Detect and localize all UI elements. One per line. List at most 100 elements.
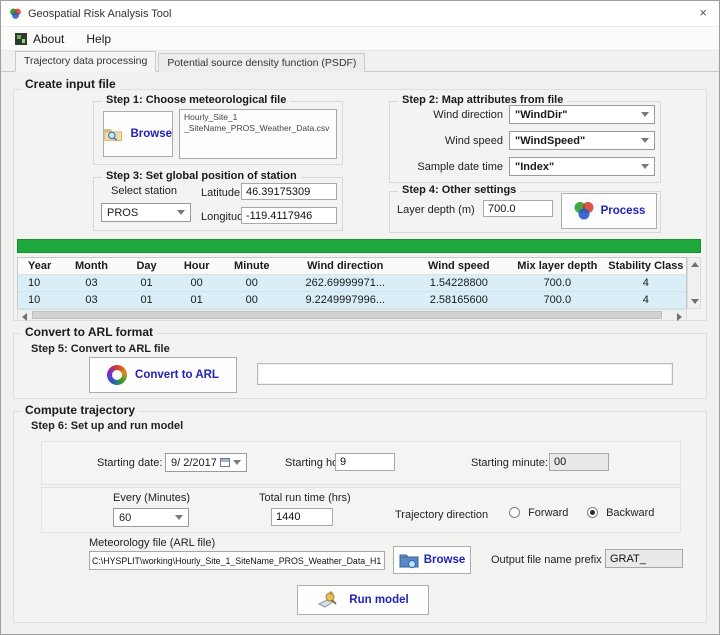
tab-trajectory-data-processing[interactable]: Trajectory data processing (15, 51, 156, 72)
layer-depth-field[interactable] (483, 200, 553, 217)
scroll-right-icon[interactable] (677, 313, 682, 321)
scrollbar-thumb[interactable] (32, 311, 662, 319)
scroll-left-icon[interactable] (22, 313, 27, 321)
every-minutes-value: 60 (119, 512, 131, 524)
radio-unchecked-icon (509, 507, 520, 518)
step1-browse-button[interactable]: Browse (103, 111, 173, 157)
scroll-down-icon[interactable] (691, 299, 699, 304)
output-prefix-field[interactable] (605, 549, 683, 568)
step6-title: Step 6: Set up and run model (31, 420, 183, 432)
every-minutes-label: Every (Minutes) (113, 492, 190, 504)
step1-file-line2: _SiteName_PROS_Weather_Data.csv (184, 123, 332, 134)
wind-direction-select[interactable]: "WindDir" (509, 105, 655, 124)
table-vertical-scrollbar[interactable] (687, 257, 701, 309)
process-button[interactable]: Process (561, 193, 657, 229)
date-picker-controls (220, 458, 241, 467)
cell-wind-direction: 262.69999971... (282, 277, 409, 289)
forward-label: Forward (528, 507, 568, 519)
layer-depth-label: Layer depth (m) (397, 204, 475, 216)
wind-direction-label: Wind direction (395, 109, 503, 121)
convert-arrows-icon (107, 365, 127, 385)
convert-title: Convert to ARL format (21, 325, 157, 339)
cell-wind-speed: 2.58165600 (409, 294, 509, 306)
radio-checked-icon (587, 507, 598, 518)
menu-about-label: About (33, 32, 64, 46)
total-run-time-field[interactable] (271, 508, 333, 526)
latitude-label: Latitude (201, 187, 240, 199)
chevron-down-icon (233, 460, 241, 465)
process-progressbar (17, 239, 701, 253)
scroll-up-icon[interactable] (691, 262, 699, 267)
run-model-label: Run model (349, 594, 408, 606)
chevron-down-icon (641, 138, 649, 143)
starting-minute-field[interactable] (549, 453, 609, 471)
convert-to-arl-button[interactable]: Convert to ARL (89, 357, 237, 393)
menu-item-help[interactable]: Help (86, 32, 111, 46)
create-input-title: Create input file (21, 77, 120, 91)
cell-wind-direction: 9.2249997996... (282, 294, 409, 306)
cell-stability-class: 4 (606, 294, 686, 306)
cell-hour: 01 (172, 294, 222, 306)
starting-hour-field[interactable] (335, 453, 395, 471)
convert-button-label: Convert to ARL (135, 369, 219, 381)
station-select[interactable]: PROS (101, 203, 191, 222)
step1-file-display[interactable]: Hourly_Site_1 _SiteName_PROS_Weather_Dat… (179, 109, 337, 159)
station-value: PROS (107, 207, 138, 219)
title-bar: Geospatial Risk Analysis Tool × (1, 1, 719, 27)
longitude-field[interactable] (241, 207, 337, 224)
step3-title: Step 3: Set global position of station (102, 170, 301, 182)
column-header-wind-speed[interactable]: Wind speed (409, 260, 509, 272)
forward-radio[interactable]: Forward (509, 507, 568, 519)
column-header-minute[interactable]: Minute (222, 260, 282, 272)
tab-psdf[interactable]: Potential source density function (PSDF) (158, 53, 365, 72)
cell-wind-speed: 1.54228800 (409, 277, 509, 289)
column-header-hour[interactable]: Hour (172, 260, 222, 272)
met-browse-label: Browse (424, 554, 466, 566)
latitude-field[interactable] (241, 183, 337, 200)
starting-date-label: Starting date: (97, 457, 162, 469)
cell-day: 01 (122, 294, 172, 306)
every-minutes-select[interactable]: 60 (113, 508, 189, 527)
wind-direction-value: "WindDir" (515, 109, 568, 121)
menu-item-about[interactable]: About (15, 32, 64, 46)
table-row[interactable]: 10 03 01 01 00 9.2249997996... 2.5816560… (18, 292, 686, 309)
sample-date-time-value: "Index" (515, 161, 554, 173)
table-row[interactable]: 10 03 01 00 00 262.69999971... 1.5422880… (18, 275, 686, 292)
calendar-icon (220, 458, 230, 467)
met-file-field[interactable] (89, 551, 385, 570)
starting-date-picker[interactable]: 9/ 2/2017 (165, 453, 247, 472)
met-browse-button[interactable]: Browse (393, 546, 471, 574)
column-header-stability-class[interactable]: Stability Class (606, 260, 686, 272)
cell-month: 03 (61, 294, 121, 306)
cell-mix-layer-depth: 700.0 (509, 277, 606, 289)
convert-progressbar (257, 363, 673, 385)
process-label: Process (601, 205, 646, 217)
step5-title: Step 5: Convert to ARL file (31, 343, 170, 355)
chevron-down-icon (641, 164, 649, 169)
run-model-button[interactable]: Run model (297, 585, 429, 615)
backward-radio[interactable]: Backward (587, 507, 654, 519)
cell-stability-class: 4 (606, 277, 686, 289)
tab-strip: Trajectory data processing Potential sou… (1, 51, 719, 72)
menu-help-label: Help (86, 32, 111, 46)
step1-file-line1: Hourly_Site_1 (184, 112, 332, 123)
sample-date-time-select[interactable]: "Index" (509, 157, 655, 176)
table-header-row: Year Month Day Hour Minute Wind directio… (18, 258, 686, 275)
column-header-year[interactable]: Year (18, 260, 61, 272)
chevron-down-icon (177, 210, 185, 215)
column-header-month[interactable]: Month (61, 260, 121, 272)
column-header-mix-layer-depth[interactable]: Mix layer depth (509, 260, 606, 272)
close-button[interactable]: × (699, 5, 707, 20)
menu-bar: About Help (1, 27, 719, 51)
table-horizontal-scrollbar[interactable] (17, 309, 687, 321)
cell-mix-layer-depth: 700.0 (509, 294, 606, 306)
window-title: Geospatial Risk Analysis Tool (28, 8, 171, 20)
app-icon (9, 7, 22, 20)
column-header-wind-direction[interactable]: Wind direction (282, 260, 409, 272)
output-prefix-label: Output file name prefix (491, 554, 602, 566)
wind-speed-select[interactable]: "WindSpeed" (509, 131, 655, 150)
column-header-day[interactable]: Day (122, 260, 172, 272)
step1-title: Step 1: Choose meteorological file (102, 94, 290, 106)
wind-speed-label: Wind speed (395, 135, 503, 147)
chevron-down-icon (175, 515, 183, 520)
